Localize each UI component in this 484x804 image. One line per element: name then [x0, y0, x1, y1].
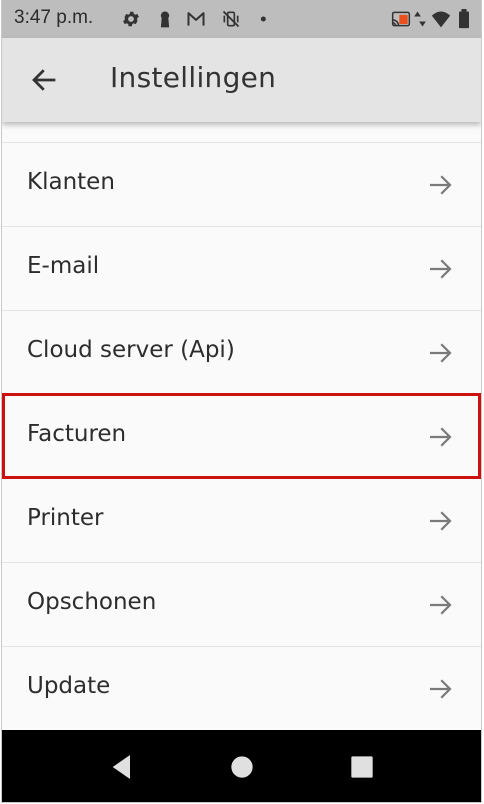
settings-item-printer[interactable]: Printer: [2, 479, 481, 563]
home-circle-icon[interactable]: [226, 751, 258, 783]
settings-item-label: Opschonen: [27, 589, 157, 615]
recents-square-icon[interactable]: [346, 751, 378, 783]
wifi-icon: [431, 11, 451, 28]
page-title: Instellingen: [110, 61, 277, 94]
settings-item-cloud-server[interactable]: Cloud server (Api): [2, 311, 481, 395]
arrow-right-icon: [430, 259, 452, 279]
settings-item-label: Cloud server (Api): [27, 337, 235, 363]
back-triangle-icon[interactable]: [106, 751, 138, 783]
arrow-right-icon: [430, 175, 452, 195]
gear-icon: [123, 11, 139, 27]
settings-item-label: E-mail: [27, 253, 100, 279]
battery-icon: [459, 9, 469, 29]
settings-item-label: Printer: [27, 505, 104, 531]
arrow-right-icon: [430, 679, 452, 699]
settings-item-update[interactable]: Update: [2, 647, 481, 730]
arrow-right-icon: [430, 511, 452, 531]
arrow-right-icon: [430, 595, 452, 615]
status-time: 3:47 p.m.: [14, 7, 94, 28]
arrow-right-icon: [430, 427, 452, 447]
app-bar: Instellingen: [2, 38, 481, 122]
settings-item-label: Facturen: [27, 421, 127, 447]
arrow-left-icon: [32, 69, 56, 91]
settings-item-facturen[interactable]: Facturen: [2, 393, 481, 479]
status-bar: 3:47 p.m.: [2, 0, 481, 38]
settings-item-opschonen[interactable]: Opschonen: [2, 563, 481, 647]
data-arrows-icon: [414, 11, 426, 27]
settings-item-label: Update: [27, 673, 111, 699]
gmail-icon: [187, 12, 205, 26]
cast-icon: [391, 11, 411, 27]
back-button[interactable]: [24, 62, 64, 98]
system-nav-bar: [2, 730, 481, 802]
arrow-right-icon: [430, 343, 452, 363]
keyhole-icon: [160, 11, 170, 28]
settings-item-label: Klanten: [27, 169, 115, 195]
dot-icon: [260, 16, 266, 22]
settings-item-klanten[interactable]: Klanten: [2, 143, 481, 227]
settings-item-e-mail[interactable]: E-mail: [2, 227, 481, 311]
settings-list: Klanten E-mail Cloud server (Api) Factur…: [2, 122, 481, 730]
vibrate-off-icon: [222, 10, 240, 28]
phone-screen: 3:47 p.m. Instellingen Klanten E-mail Cl…: [1, 0, 482, 803]
